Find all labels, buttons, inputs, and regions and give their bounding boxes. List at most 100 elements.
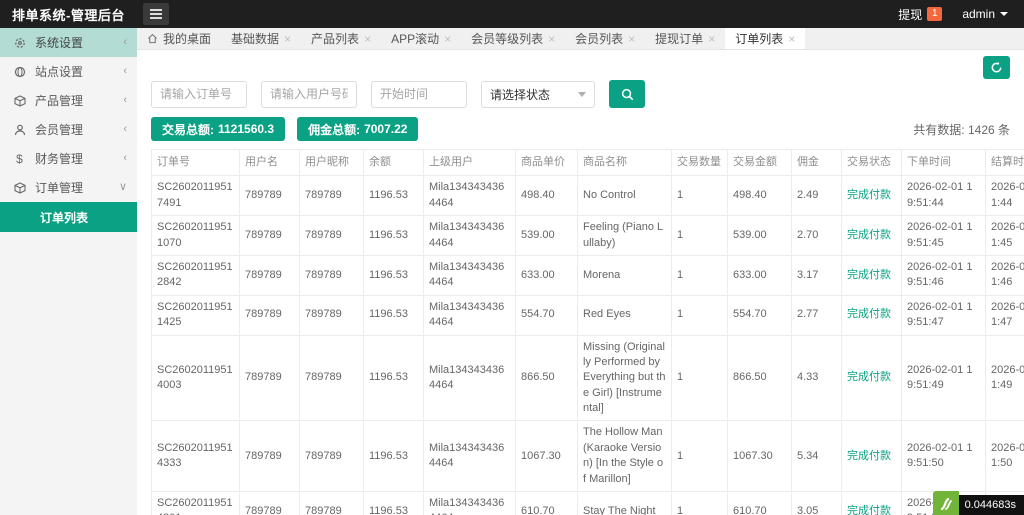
refresh-button[interactable] — [983, 56, 1010, 79]
chevron-left-icon: ‹ — [123, 152, 127, 164]
cell-status: 完成付款 — [841, 254, 902, 296]
table-row: SC26020119511425 789789 789789 1196.53 M… — [151, 294, 1024, 336]
cell-settle-time: 2026-02-01 19:51:45 — [985, 215, 1024, 256]
cell-commission: 2.70 — [791, 215, 842, 256]
tab-label: APP滚动 — [391, 32, 440, 46]
cell-status: 完成付款 — [841, 175, 902, 217]
commission-total-value: 7007.22 — [364, 122, 408, 136]
cell-username: 789789 — [239, 175, 300, 217]
sidebar-item-site-settings[interactable]: 站点设置 ‹ — [0, 57, 137, 86]
orders-table: 订单号 用户名 用户昵称 余额 上级用户 商品单价 商品名称 交易数量 交易金额… — [151, 148, 1024, 515]
cell-order-time: 2026-02-01 19:51:47 — [901, 294, 986, 336]
cell-commission: 5.34 — [791, 420, 842, 493]
cell-commission: 4.33 — [791, 334, 842, 422]
cell-username: 789789 — [239, 491, 300, 515]
sidebar-item-order-management[interactable]: 订单管理 ∨ — [0, 173, 137, 202]
order-no-input[interactable] — [151, 80, 247, 108]
sidebar-toggle-button[interactable] — [143, 3, 169, 25]
col-header: 上级用户 — [423, 148, 516, 177]
cell-settle-time: 2026-02-01 19:51:49 — [985, 334, 1024, 422]
cell-amount: 633.00 — [727, 254, 792, 296]
cell-username: 789789 — [239, 254, 300, 296]
cell-settle-time: 2026-02-01 19:51:46 — [985, 254, 1024, 296]
search-button[interactable] — [609, 80, 645, 108]
tab-member-list[interactable]: 会员列表 × — [565, 28, 645, 49]
close-icon[interactable]: × — [444, 33, 451, 45]
tab-label: 产品列表 — [311, 32, 360, 46]
cell-product-name: Feeling (Piano Lullaby) — [577, 215, 672, 256]
col-header: 商品名称 — [577, 148, 672, 177]
cell-status: 完成付款 — [841, 491, 902, 515]
tab-desktop[interactable]: 我的桌面 — [137, 28, 221, 49]
sidebar-subitem-order-list[interactable]: 订单列表 — [0, 202, 137, 232]
chevron-down-icon: ∨ — [118, 181, 127, 193]
start-time-input[interactable] — [371, 80, 467, 108]
product-icon — [13, 94, 26, 107]
cell-username: 789789 — [239, 294, 300, 336]
tab-product-list[interactable]: 产品列表 × — [301, 28, 381, 49]
cell-product-name: Red Eyes — [577, 294, 672, 336]
cell-amount: 1067.30 — [727, 420, 792, 493]
chevron-down-icon — [578, 91, 586, 97]
col-header: 佣金 — [791, 148, 842, 177]
cell-order-time: 2026-02-01 19:51:50 — [901, 420, 986, 493]
tab-order-list[interactable]: 订单列表 × — [725, 28, 806, 49]
cell-unit-price: 539.00 — [515, 215, 578, 256]
cell-parent-user: Mila1343434364464 — [423, 175, 516, 217]
sidebar-subitem-label: 订单列表 — [40, 210, 89, 225]
cell-unit-price: 498.40 — [515, 175, 578, 217]
cell-quantity: 1 — [671, 294, 728, 336]
finance-icon: $ — [16, 151, 23, 166]
tab-app-scroll[interactable]: APP滚动 × — [381, 28, 461, 49]
close-icon[interactable]: × — [364, 33, 371, 45]
col-header: 结算时间 — [985, 148, 1024, 177]
cell-quantity: 1 — [671, 491, 728, 515]
order-icon — [13, 181, 26, 194]
cell-parent-user: Mila1343434364464 — [423, 254, 516, 296]
close-icon[interactable]: × — [628, 33, 635, 45]
summary-row: 交易总额: 1121560.3 佣金总额: 7007.22 共有数据: 1426… — [151, 117, 1024, 141]
cell-quantity: 1 — [671, 215, 728, 256]
sidebar-item-label: 会员管理 — [35, 123, 84, 137]
col-header: 商品单价 — [515, 148, 578, 177]
cell-balance: 1196.53 — [363, 420, 424, 493]
cell-unit-price: 633.00 — [515, 254, 578, 296]
close-icon[interactable]: × — [708, 33, 715, 45]
site-icon — [13, 65, 26, 78]
cell-amount: 866.50 — [727, 334, 792, 422]
user-menu[interactable]: admin — [962, 7, 1008, 21]
sidebar-item-label: 财务管理 — [35, 152, 84, 166]
sidebar-item-label: 产品管理 — [35, 94, 84, 108]
cell-nickname: 789789 — [299, 175, 364, 217]
close-icon[interactable]: × — [284, 33, 291, 45]
tab-label: 会员等级列表 — [471, 32, 544, 46]
tab-withdraw-orders[interactable]: 提现订单 × — [645, 28, 725, 49]
cell-parent-user: Mila1343434364464 — [423, 294, 516, 336]
sidebar-item-system-settings[interactable]: 系统设置 ‹ — [0, 28, 137, 57]
close-icon[interactable]: × — [788, 33, 795, 45]
close-icon[interactable]: × — [548, 33, 555, 45]
cell-order-time: 2026-02-01 19:51:46 — [901, 254, 986, 296]
cell-order-time: 2026-02-01 19:51:49 — [901, 334, 986, 422]
table-row: SC26020119514801 789789 789789 1196.53 M… — [151, 491, 1024, 515]
cell-commission: 2.49 — [791, 175, 842, 217]
sidebar-item-product-management[interactable]: 产品管理 ‹ — [0, 86, 137, 115]
username: admin — [962, 7, 995, 21]
sidebar-item-label: 站点设置 — [35, 65, 84, 79]
tab-label: 我的桌面 — [163, 32, 212, 46]
status-select[interactable]: 请选择状态 — [481, 80, 595, 108]
user-no-input[interactable] — [261, 80, 357, 108]
tab-member-level-list[interactable]: 会员等级列表 × — [461, 28, 565, 49]
cell-settle-time: 2026-02-01 19:51:44 — [985, 175, 1024, 217]
cell-product-name: The Hollow Man (Karaoke Version) [In the… — [577, 420, 672, 493]
trace-console-button[interactable]: 0.044683s — [932, 491, 1024, 515]
sidebar-item-label: 订单管理 — [35, 181, 84, 195]
cell-product-name: Stay The Night — [577, 491, 672, 515]
trade-total-value: 1121560.3 — [218, 122, 275, 136]
withdraw-notification[interactable]: 提现 1 — [898, 6, 943, 23]
tab-basic-data[interactable]: 基础数据 × — [221, 28, 301, 49]
cell-status: 完成付款 — [841, 420, 902, 493]
sidebar-item-finance-management[interactable]: $ 财务管理 ‹ — [0, 144, 137, 173]
sidebar-item-member-management[interactable]: 会员管理 ‹ — [0, 115, 137, 144]
total-count: 共有数据: 1426 条 — [913, 122, 1010, 137]
